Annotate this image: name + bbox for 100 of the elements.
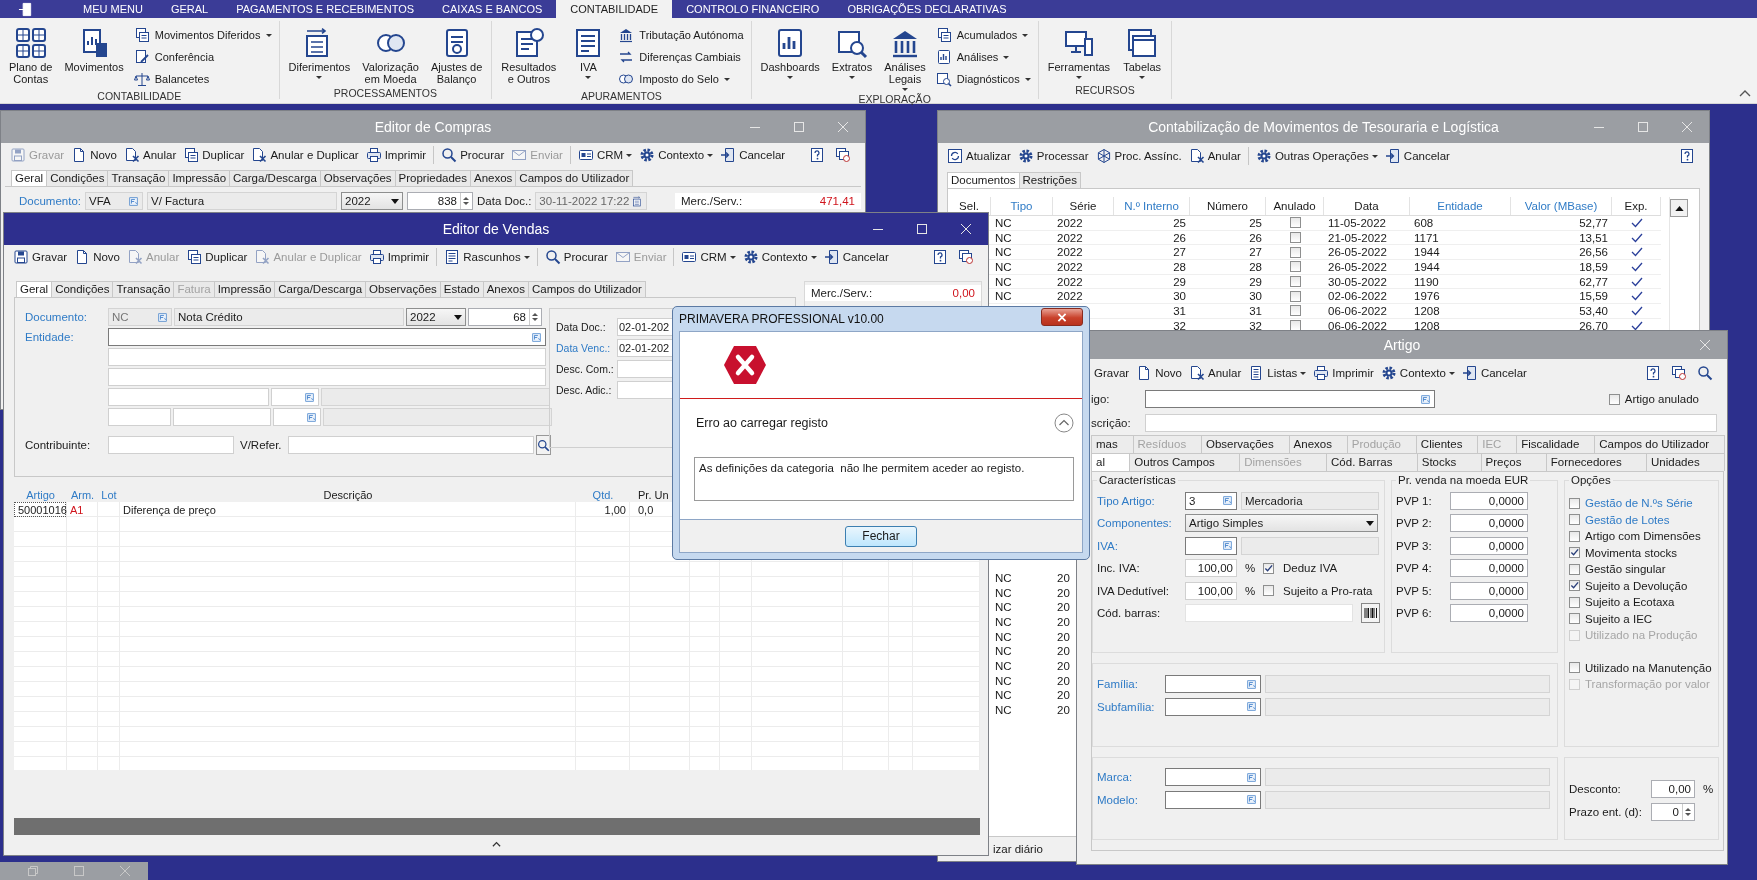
table-cell: 20 bbox=[1057, 571, 1070, 584]
checkbox-label: Gestão de Lotes bbox=[1585, 513, 1670, 526]
checkbox-label: Sujeito a Ecotaxa bbox=[1585, 596, 1675, 609]
group-title: Características bbox=[1097, 474, 1178, 486]
field-label: Família: bbox=[1097, 678, 1139, 691]
table-cell-text: 53,40 bbox=[1578, 304, 1609, 318]
field-label: IVA Dedutível: bbox=[1097, 584, 1171, 597]
table-cell-text: 02-06-2022 bbox=[1327, 289, 1388, 304]
unit-label: % bbox=[1243, 584, 1257, 597]
field-label: Desc. Com.: bbox=[556, 362, 615, 375]
table-cell-text: 30 bbox=[1248, 289, 1263, 304]
table-cell-text: NC bbox=[994, 274, 1013, 289]
checkbox-label: Sujeito a Pro-rata bbox=[1283, 584, 1373, 597]
table-cell-text: 31 bbox=[1248, 304, 1263, 318]
table-cell-text: 1190 bbox=[1413, 274, 1440, 289]
field-label: PVP 6: bbox=[1396, 607, 1433, 620]
table-cell: NC bbox=[995, 659, 1012, 672]
field-label: PVP 1: bbox=[1396, 494, 1433, 507]
table-cell: 20 bbox=[1057, 674, 1070, 687]
table-cell-text: 29 bbox=[1172, 274, 1187, 289]
table-cell-text: 26,56 bbox=[1578, 245, 1609, 260]
field-label: Documento: bbox=[25, 311, 88, 323]
field-label: PVP 2: bbox=[1396, 517, 1433, 530]
field-label: Desconto: bbox=[1569, 783, 1622, 796]
table-cell-text: 26-05-2022 bbox=[1327, 260, 1388, 274]
group-label: EXPLORAÇÃO bbox=[857, 92, 932, 107]
table-cell: 20 bbox=[1057, 615, 1070, 628]
field-label: Cód. barras: bbox=[1097, 607, 1162, 620]
field-label: V/Refer. bbox=[240, 439, 282, 451]
table-cell-text: 27 bbox=[1248, 245, 1263, 260]
table-cell-text: 2022 bbox=[1056, 230, 1084, 245]
total-label: Merc./Serv.: bbox=[681, 195, 743, 207]
table-cell-text: A1 bbox=[69, 502, 85, 517]
checkbox-label: Movimenta stocks bbox=[1585, 546, 1678, 559]
table-cell-text: 1976 bbox=[1413, 289, 1441, 304]
table-cell-text: 18,59 bbox=[1578, 260, 1609, 274]
checkbox-label: Utilizado na Produção bbox=[1585, 629, 1698, 642]
table-cell-text: NC bbox=[994, 245, 1013, 260]
input-field: V/ Factura bbox=[147, 192, 337, 210]
table-cell-text: 32 bbox=[1248, 318, 1263, 333]
group-label: RECURSOS bbox=[1074, 83, 1136, 98]
table-cell-text: 15,59 bbox=[1578, 289, 1609, 304]
checkbox-label: Artigo com Dimensões bbox=[1585, 530, 1701, 543]
table-cell-text: Diferença de preço bbox=[122, 502, 217, 517]
table-cell-text: 21-05-2022 bbox=[1327, 230, 1388, 245]
table-cell: NC bbox=[995, 601, 1012, 614]
table-cell-text: 26 bbox=[1248, 230, 1263, 245]
table-cell-text: 1944 bbox=[1413, 260, 1441, 274]
checkbox-label: Utilizado na Manutenção bbox=[1585, 661, 1712, 674]
field-label: Tipo Artigo: bbox=[1097, 494, 1156, 507]
field-label: PVP 3: bbox=[1396, 539, 1433, 552]
table-cell-text: 25 bbox=[1248, 216, 1263, 230]
table-cell: 20 bbox=[1057, 704, 1070, 717]
table-cell-text: 27 bbox=[1172, 245, 1187, 260]
table-cell-text: 30 bbox=[1172, 289, 1187, 304]
table-cell: 20 bbox=[1057, 601, 1070, 614]
group-title: Pr. venda na moeda EUR bbox=[1396, 474, 1531, 486]
table-cell-text: 2022 bbox=[1056, 274, 1084, 289]
input-field: Mercadoria bbox=[1241, 491, 1379, 510]
table-cell: NC bbox=[995, 689, 1012, 702]
group-title: Opções bbox=[1569, 474, 1613, 486]
table-cell-text: 06-06-2022 bbox=[1327, 304, 1388, 318]
field-label: Data Doc.: bbox=[477, 195, 532, 207]
field-label: Documento: bbox=[19, 195, 81, 207]
field-label: Modelo: bbox=[1097, 793, 1139, 806]
table-cell-text: 26-05-2022 bbox=[1327, 245, 1388, 260]
input-field: Nota Crédito bbox=[174, 308, 404, 326]
table-cell-text: 1208 bbox=[1413, 318, 1441, 333]
checkbox-label: Gestão singular bbox=[1585, 563, 1666, 576]
table-cell: NC bbox=[995, 704, 1012, 717]
table-cell: 20 bbox=[1057, 630, 1070, 643]
table-cell: NC bbox=[995, 615, 1012, 628]
window-title-bar: Editor de Vendas bbox=[4, 213, 988, 245]
table-cell: NC bbox=[995, 571, 1012, 584]
table-cell-text: NC bbox=[994, 230, 1013, 245]
table-cell-text: 0,0 bbox=[637, 502, 655, 517]
field-label: Prazo ent. (d): bbox=[1569, 805, 1643, 818]
total-label: Merc./Serv.: bbox=[811, 287, 873, 299]
table-cell-text: 1208 bbox=[1413, 304, 1441, 318]
table-cell-text: 608 bbox=[1413, 216, 1435, 230]
table-cell-text: 2022 bbox=[1056, 289, 1084, 304]
table-cell: 50001016 bbox=[14, 502, 66, 517]
field-label: igo: bbox=[1091, 393, 1111, 405]
checkbox-label: Artigo anulado bbox=[1624, 393, 1699, 405]
field-label: IVA: bbox=[1097, 539, 1119, 552]
window-title-bar: Editor de Compras bbox=[1, 111, 865, 143]
table-cell-text: 52,77 bbox=[1578, 216, 1609, 230]
table-cell-text: 25 bbox=[1172, 216, 1187, 230]
field-label: PVP 4: bbox=[1396, 562, 1433, 575]
table-cell: 20 bbox=[1057, 645, 1070, 658]
table-cell-text: 1171 bbox=[1413, 230, 1440, 245]
table-cell: NC bbox=[995, 630, 1012, 643]
table-cell-text: 06-06-2022 bbox=[1327, 318, 1388, 333]
checkbox-label: Transformação por valor bbox=[1585, 678, 1710, 691]
table-cell: NC bbox=[995, 645, 1012, 658]
field-label: Entidade: bbox=[25, 331, 75, 343]
table-cell-text: 62,77 bbox=[1578, 274, 1609, 289]
checkbox-label: Sujeito a IEC bbox=[1585, 612, 1653, 625]
table-cell-text: 13,51 bbox=[1578, 230, 1609, 245]
checkbox-label: Deduz IVA bbox=[1283, 562, 1338, 575]
